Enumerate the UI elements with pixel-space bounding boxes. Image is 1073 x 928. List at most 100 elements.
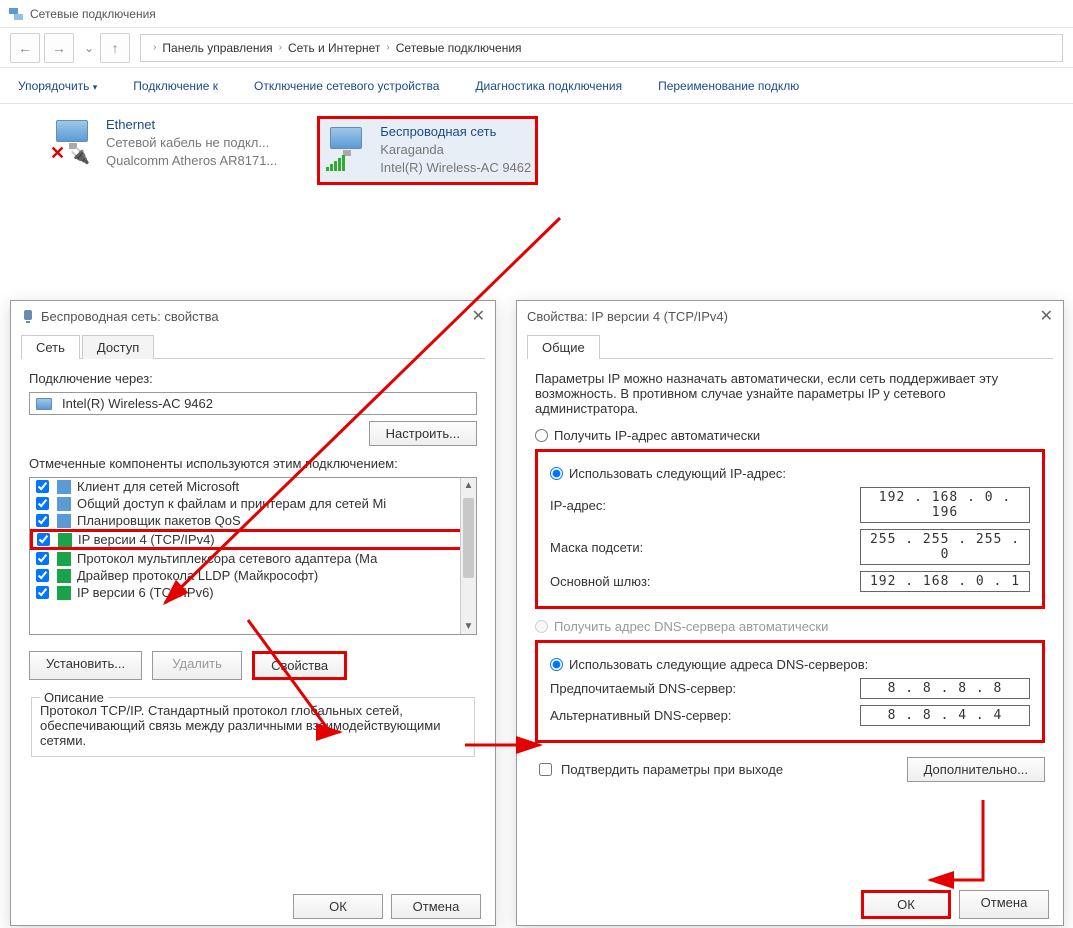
properties-button[interactable]: Свойства — [252, 651, 347, 680]
description-text: Протокол TCP/IP. Стандартный протокол гл… — [40, 703, 466, 748]
protocol-icon — [58, 533, 72, 547]
dns1-label: Предпочитаемый DNS-сервер: — [550, 681, 736, 696]
list-item: Клиент для сетей Microsoft — [30, 478, 476, 495]
list-item: Общий доступ к файлам и принтерам для се… — [30, 495, 476, 512]
radio-use-dns[interactable]: Использовать следующие адреса DNS-сервер… — [550, 657, 1030, 672]
protocol-icon — [57, 552, 71, 566]
adapter-name: Беспроводная сеть — [380, 123, 531, 141]
chevron-right-icon[interactable]: › — [279, 42, 282, 53]
component-checkbox[interactable] — [36, 497, 49, 510]
list-item: Планировщик пакетов QoS — [30, 512, 476, 529]
dns1-input[interactable]: 8 . 8 . 8 . 8 — [860, 678, 1030, 699]
qos-icon — [57, 514, 71, 528]
file-sharing-icon — [57, 497, 71, 511]
adapter-device: Qualcomm Atheros AR8171... — [106, 152, 277, 170]
monitor-icon — [56, 120, 88, 142]
components-label: Отмеченные компоненты используются этим … — [29, 456, 477, 471]
scrollbar[interactable]: ▲ ▼ — [460, 478, 476, 634]
navigation-bar: ← → ⌄ ↑ › Панель управления › Сеть и Инт… — [0, 28, 1073, 68]
close-button[interactable]: ✕ — [455, 306, 485, 326]
gateway-label: Основной шлюз: — [550, 574, 651, 589]
list-item: Протокол мультиплексора сетевого адаптер… — [30, 550, 476, 567]
list-item: IP версии 6 (TCP/IPv6) — [30, 584, 476, 601]
component-checkbox[interactable] — [36, 569, 49, 582]
toolbar-organize[interactable]: Упорядочить ▾ — [18, 79, 97, 93]
adapter-status: Karaganda — [380, 141, 531, 159]
toolbar-disable[interactable]: Отключение сетевого устройства — [254, 79, 439, 93]
ip-input[interactable]: 192 . 168 . 0 . 196 — [860, 487, 1030, 523]
ipv4-properties-dialog: Свойства: IP версии 4 (TCP/IPv4) ✕ Общие… — [516, 300, 1064, 926]
component-list[interactable]: Клиент для сетей Microsoft Общий доступ … — [29, 477, 477, 635]
tab-sharing[interactable]: Доступ — [82, 335, 154, 359]
protocol-icon — [57, 586, 71, 600]
breadcrumb-item[interactable]: Сеть и Интернет — [288, 41, 380, 55]
adapter-icon — [21, 309, 35, 323]
breadcrumb-item[interactable]: Панель управления — [162, 41, 272, 55]
radio-auto-dns: Получить адрес DNS-сервера автоматически — [535, 619, 1045, 634]
nav-forward-button[interactable]: → — [44, 33, 74, 63]
ok-button[interactable]: ОК — [293, 894, 383, 919]
manual-dns-group: Использовать следующие адреса DNS-сервер… — [535, 640, 1045, 743]
scroll-down-icon[interactable]: ▼ — [461, 621, 476, 632]
radio-use-ip[interactable]: Использовать следующий IP-адрес: — [550, 466, 1030, 481]
ok-button[interactable]: ОК — [861, 890, 951, 919]
close-button[interactable]: ✕ — [1023, 306, 1053, 326]
adapter-status: Сетевой кабель не подкл... — [106, 134, 277, 152]
chevron-right-icon[interactable]: › — [386, 42, 389, 53]
validate-checkbox[interactable]: Подтвердить параметры при выходе — [535, 760, 783, 779]
window-title: Сетевые подключения — [30, 7, 156, 21]
ip-label: IP-адрес: — [550, 498, 606, 513]
component-checkbox[interactable] — [36, 480, 49, 493]
window-titlebar: Сетевые подключения — [0, 0, 1073, 28]
address-bar[interactable]: › Панель управления › Сеть и Интернет › … — [140, 34, 1063, 62]
gateway-input[interactable]: 192 . 168 . 0 . 1 — [860, 571, 1030, 592]
remove-button[interactable]: Удалить — [152, 651, 242, 680]
scroll-up-icon[interactable]: ▲ — [461, 480, 476, 491]
monitor-icon — [330, 127, 362, 149]
nav-up-button[interactable]: ↑ — [100, 33, 130, 63]
dns2-input[interactable]: 8 . 8 . 4 . 4 — [860, 705, 1030, 726]
breadcrumb-item[interactable]: Сетевые подключения — [396, 41, 522, 55]
component-checkbox[interactable] — [36, 586, 49, 599]
adapter-device: Intel(R) Wireless-AC 9462 — [380, 159, 531, 177]
cancel-button[interactable]: Отмена — [391, 894, 481, 919]
tab-general[interactable]: Общие — [527, 335, 600, 359]
chevron-right-icon[interactable]: › — [153, 42, 156, 53]
advanced-button[interactable]: Дополнительно... — [907, 757, 1045, 782]
cancel-button[interactable]: Отмена — [959, 890, 1049, 919]
nav-back-button[interactable]: ← — [10, 33, 40, 63]
client-icon — [57, 480, 71, 494]
description-group: Описание Протокол TCP/IP. Стандартный пр… — [31, 690, 475, 757]
manual-ip-group: Использовать следующий IP-адрес: IP-адре… — [535, 449, 1045, 609]
adapter-name: Ethernet — [106, 116, 277, 134]
nav-history-dropdown[interactable]: ⌄ — [84, 41, 94, 55]
toolbar-diagnose[interactable]: Диагностика подключения — [475, 79, 622, 93]
dns2-label: Альтернативный DNS-сервер: — [550, 708, 732, 723]
tab-network[interactable]: Сеть — [21, 335, 80, 359]
protocol-icon — [57, 569, 71, 583]
component-checkbox[interactable] — [36, 552, 49, 565]
mask-label: Маска подсети: — [550, 540, 643, 555]
dialog-title: Свойства: IP версии 4 (TCP/IPv4) — [527, 309, 728, 324]
toolbar: Упорядочить ▾ Подключение к Отключение с… — [0, 68, 1073, 104]
connect-using-field[interactable]: Intel(R) Wireless-AC 9462 — [29, 392, 477, 415]
adapter-wifi[interactable]: Беспроводная сеть Karaganda Intel(R) Wir… — [317, 116, 538, 185]
scroll-thumb[interactable] — [463, 498, 474, 578]
component-checkbox[interactable] — [37, 533, 50, 546]
configure-button[interactable]: Настроить... — [369, 421, 477, 446]
toolbar-connect[interactable]: Подключение к — [133, 79, 218, 93]
toolbar-rename[interactable]: Переименование подклю — [658, 79, 799, 93]
network-connections-icon — [8, 6, 24, 22]
wifi-signal-icon — [326, 155, 345, 171]
error-x-icon: ✕ — [50, 143, 65, 164]
install-button[interactable]: Установить... — [29, 651, 142, 680]
component-checkbox[interactable] — [36, 514, 49, 527]
adapter-list: ✕ 🔌 Ethernet Сетевой кабель не подкл... … — [0, 104, 1073, 197]
mask-input[interactable]: 255 . 255 . 255 . 0 — [860, 529, 1030, 565]
adapter-ethernet[interactable]: ✕ 🔌 Ethernet Сетевой кабель не подкл... … — [50, 116, 277, 185]
cable-icon: 🔌 — [70, 146, 90, 166]
intro-text: Параметры IP можно назначать автоматичес… — [535, 371, 1045, 416]
adapter-small-icon — [36, 398, 52, 410]
radio-auto-ip[interactable]: Получить IP-адрес автоматически — [535, 428, 1045, 443]
list-item: Драйвер протокола LLDP (Майкрософт) — [30, 567, 476, 584]
